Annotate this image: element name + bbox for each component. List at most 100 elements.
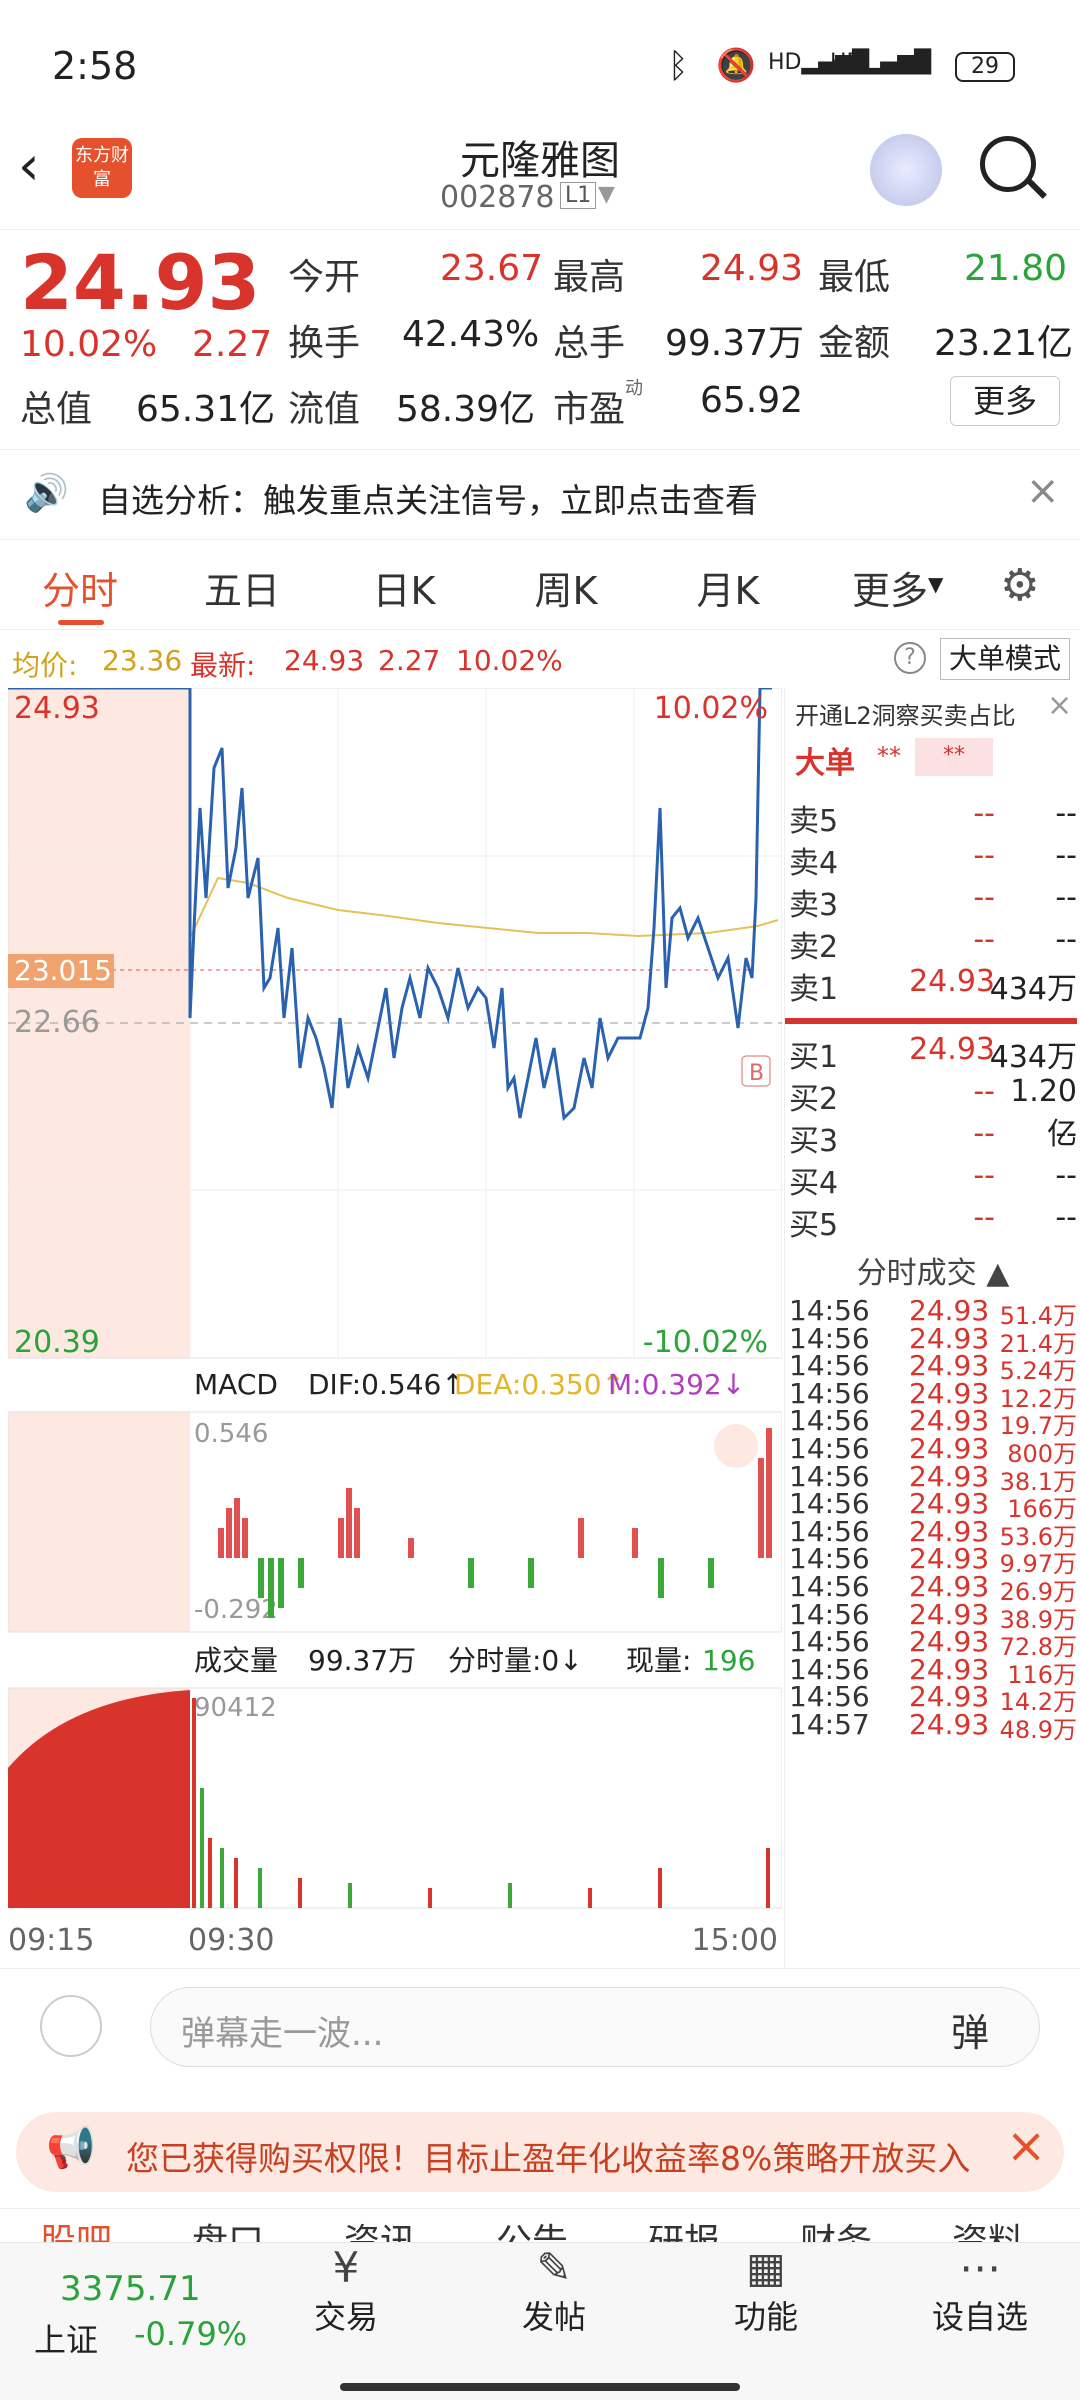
big-order-mode-button[interactable]: 大单模式 [940, 638, 1070, 680]
wifi-icon: ◠ [895, 46, 923, 84]
alert-bar[interactable]: 🔊 自选分析：触发重点关注信号，立即点击查看 × [0, 450, 1080, 540]
turnover-label: 换手 [288, 323, 361, 364]
quote-panel: 24.93 10.02% 2.27 今开 23.67 最高 24.93 最低 2… [0, 230, 1080, 450]
index-name[interactable]: 上证 [34, 2315, 98, 2361]
danmaku-button[interactable]: 弹 [951, 2002, 989, 2057]
post-nav[interactable]: ✎ 发帖 [474, 2243, 634, 2338]
pe-sup: 动 [625, 378, 643, 399]
comment-list-icon[interactable] [40, 1995, 102, 2057]
subtab-4[interactable]: 研报 [648, 2213, 720, 2242]
l2-promo-link[interactable]: 开通L2洞察买卖占比 [795, 696, 1016, 731]
promo-banner[interactable]: 📢 您已获得购买权限！目标止盈年化收益率8%策略开放买入 × [16, 2112, 1064, 2192]
sell-price: -- [973, 838, 995, 873]
buy-row: 买1 24.93 434万 [785, 1030, 1080, 1075]
ref-price: 22.66 [14, 1005, 100, 1040]
change-pct: 10.02% [20, 324, 158, 365]
subtab-6[interactable]: 资料 [952, 2213, 1024, 2242]
buy-price: 24.93 [909, 1032, 995, 1067]
more-button[interactable]: 更多 [950, 376, 1060, 426]
avg-value: 23.36 [102, 644, 183, 677]
trade-volume: 48.9万 [999, 1716, 1077, 1744]
sell-level: 卖5 [789, 804, 839, 839]
buy-volume: 434万 [989, 1040, 1077, 1075]
expand-icon[interactable] [714, 1424, 758, 1468]
high-label: 最高 [553, 257, 626, 298]
function-nav[interactable]: ▦ 功能 [686, 2243, 846, 2338]
gear-icon[interactable]: ⚙ [1000, 560, 1039, 611]
stock-name: 元隆雅图 [460, 138, 620, 184]
tab-rik[interactable]: 日K [334, 560, 474, 615]
sell-level: 卖1 [789, 972, 839, 1007]
vol-label[interactable]: 成交量 [194, 1644, 278, 1677]
index-pct[interactable]: -0.79% [134, 2315, 247, 2353]
subtab-2[interactable]: 资讯 [344, 2213, 416, 2242]
buy-row: 买4 -- -- [785, 1156, 1080, 1201]
level-badge[interactable]: L1 [560, 182, 597, 209]
order-book-panel: 开通L2洞察买卖占比 × 大单 ** ** 卖5 -- -- 卖4 -- -- 卖3 -- --… [784, 688, 1080, 1970]
sell-volume: -- [1055, 922, 1077, 957]
subtab-0[interactable]: 股吧 [40, 2213, 112, 2242]
stock-code: 002878 [440, 180, 555, 215]
close-icon[interactable]: × [1047, 688, 1072, 723]
high-value: 24.93 [700, 248, 804, 289]
mcap-value: 65.31亿 [136, 389, 276, 430]
sell-volume: -- [1055, 796, 1077, 831]
tab-fenshi[interactable]: 分时 [10, 560, 150, 615]
subtab-3[interactable]: 公告 [496, 2213, 568, 2242]
b-marker-text: B [749, 1061, 764, 1086]
big-order-label: 大单 [795, 746, 855, 781]
intraday-chart[interactable]: 24.93 10.02% 20.39 -10.02% 22.66 23.015 … [8, 688, 782, 1968]
close-icon[interactable]: × [1006, 2118, 1046, 2174]
low-label: 最低 [818, 257, 891, 298]
trade-nav[interactable]: ¥ 交易 [266, 2243, 426, 2338]
subtab-5[interactable]: 财务 [800, 2213, 872, 2242]
trade-row: 14:57 24.93 48.9万 [785, 1708, 1080, 1750]
help-icon[interactable]: ? [894, 642, 926, 674]
buy-row: 买3 -- -- [785, 1114, 1080, 1159]
buy-level: 买2 [789, 1082, 839, 1117]
mcap-label: 总值 [20, 389, 93, 430]
vol-now-label: 现量: [626, 1644, 691, 1677]
cursor-price: 23.015 [14, 954, 112, 987]
tab-wuri[interactable]: 五日 [172, 560, 312, 615]
battery-icon: 29 [955, 52, 1015, 82]
buy-level: 买5 [789, 1208, 839, 1243]
index-value[interactable]: 3375.71 [60, 2269, 201, 2309]
buy-level: 买1 [789, 1040, 839, 1075]
sell-level: 卖3 [789, 888, 839, 923]
buy-volume: -- [1055, 1200, 1077, 1235]
mute-icon: 🔕 [716, 46, 756, 84]
trades-title[interactable]: 分时成交 ▲ [785, 1248, 1080, 1292]
macd-label[interactable]: MACD [194, 1368, 278, 1401]
chevron-down-icon[interactable]: ▼ [598, 182, 615, 207]
period-tabs: 分时 五日 日K 周K 月K 更多 ▼ ⚙ [0, 560, 1080, 630]
buy-level: 买4 [789, 1166, 839, 1201]
buy-volume: -- [1055, 1116, 1077, 1151]
sell-level: 卖2 [789, 930, 839, 965]
pct-value: 10.02% [456, 644, 563, 677]
sell-row: 卖5 -- -- [785, 794, 1080, 839]
comment-input[interactable]: 弹幕走一波... 弹 [150, 1987, 1040, 2067]
tab-yuek[interactable]: 月K [658, 560, 798, 615]
watchlist-nav[interactable]: ⋯ 设自选 [900, 2243, 1060, 2338]
close-icon[interactable]: × [1026, 468, 1060, 514]
vol-now: 196 [702, 1644, 755, 1677]
sell-price: -- [973, 922, 995, 957]
assistant-avatar[interactable] [870, 134, 942, 206]
back-icon[interactable]: ‹ [18, 134, 40, 197]
float-label: 流值 [288, 389, 361, 430]
pe-value: 65.92 [700, 380, 804, 421]
bluetooth-icon: ᛒ [668, 46, 689, 86]
amount-value: 23.21亿 [934, 323, 1074, 364]
trade-time: 14:57 [789, 1708, 870, 1741]
tab-zhouk[interactable]: 周K [496, 560, 636, 615]
buy-volume: -- [1055, 1158, 1077, 1193]
bottom-nav: 3375.71 上证 -0.79% ¥ 交易 ✎ 发帖 ▦ 功能 ⋯ 设自选 [0, 2242, 1080, 2400]
macd-bot: -0.292 [194, 1595, 278, 1625]
hi-pct: 10.02% [654, 691, 768, 726]
subtab-1[interactable]: 盘口 [192, 2213, 264, 2242]
megaphone-icon: 📢 [46, 2125, 96, 2171]
clock: 2:58 [52, 44, 138, 88]
speaker-icon: 🔊 [24, 473, 69, 514]
macd-dea: DEA:0.350↑ [454, 1368, 625, 1401]
